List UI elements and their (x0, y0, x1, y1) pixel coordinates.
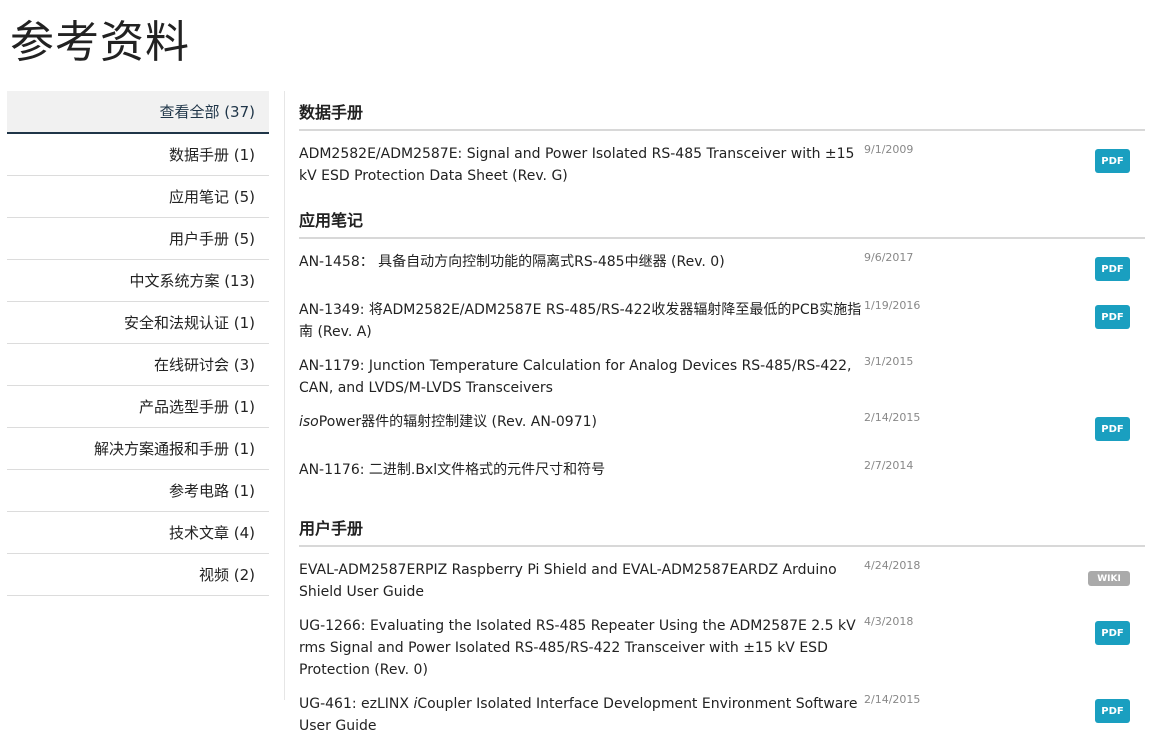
sidebar-item-label: 产品选型手册 (1) (138, 398, 255, 416)
doc-row: UG-1266: Evaluating the Isolated RS-485 … (299, 615, 1145, 681)
pdf-badge[interactable]: PDF (1095, 305, 1130, 329)
sidebar-item-label: 技术文章 (4) (168, 524, 255, 542)
sidebar-item-user-guides[interactable]: 用户手册 (5) (7, 218, 269, 260)
sidebar-item-selection-guides[interactable]: 产品选型手册 (1) (7, 386, 269, 428)
sidebar-item-chinese-solutions[interactable]: 中文系统方案 (13) (7, 260, 269, 302)
pdf-badge[interactable]: PDF (1095, 257, 1130, 281)
doc-date: 2/14/2015 (864, 411, 921, 424)
doc-date: 4/24/2018 (864, 559, 921, 572)
sidebar-item-label: 解决方案通报和手册 (1) (93, 440, 255, 458)
sidebar-item-label: 中文系统方案 (13) (129, 272, 255, 290)
sidebar-item-reference-circuits[interactable]: 参考电路 (1) (7, 470, 269, 512)
doc-date: 9/1/2009 (864, 143, 914, 156)
vertical-divider (284, 91, 285, 700)
sidebar-item-label: 用户手册 (5) (168, 230, 255, 248)
doc-row: isoPower器件的辐射控制建议 (Rev. AN-0971) 2/14/20… (299, 411, 1145, 447)
pdf-badge[interactable]: PDF (1095, 417, 1130, 441)
sidebar-item-view-all[interactable]: 查看全部 (37) (7, 91, 269, 134)
sidebar-item-tech-articles[interactable]: 技术文章 (4) (7, 512, 269, 554)
doc-link[interactable]: AN-1179: Junction Temperature Calculatio… (299, 355, 864, 399)
page-title: 参考资料 (10, 17, 190, 68)
sidebar-item-label: 应用笔记 (5) (168, 188, 255, 206)
doc-row: AN-1176: 二进制.Bxl文件格式的元件尺寸和符号 2/7/2014 (299, 459, 1145, 495)
doc-link[interactable]: EVAL-ADM2587ERPIZ Raspberry Pi Shield an… (299, 559, 864, 603)
doc-link[interactable]: AN-1176: 二进制.Bxl文件格式的元件尺寸和符号 (299, 459, 864, 481)
sidebar-item-videos[interactable]: 视频 (2) (7, 554, 269, 596)
doc-row: AN-1349: 将ADM2582E/ADM2587E RS-485/RS-42… (299, 299, 1145, 343)
sidebar-item-label: 视频 (2) (198, 566, 255, 584)
doc-row: ADM2582E/ADM2587E: Signal and Power Isol… (299, 143, 1145, 187)
doc-title-text: Power器件的辐射控制建议 (Rev. AN-0971) (318, 414, 597, 430)
sidebar-item-label: 在线研讨会 (3) (153, 356, 255, 374)
doc-link[interactable]: AN-1349: 将ADM2582E/ADM2587E RS-485/RS-42… (299, 299, 864, 343)
doc-link[interactable]: isoPower器件的辐射控制建议 (Rev. AN-0971) (299, 411, 864, 433)
pdf-badge[interactable]: PDF (1095, 699, 1130, 723)
doc-date: 2/7/2014 (864, 459, 914, 472)
doc-title-italic: iso (299, 414, 319, 430)
doc-date: 4/3/2018 (864, 615, 914, 628)
doc-title-prefix: UG-461: ezLINX (299, 696, 414, 712)
doc-link[interactable]: UG-1266: Evaluating the Isolated RS-485 … (299, 615, 864, 681)
sidebar-item-app-notes[interactable]: 应用笔记 (5) (7, 176, 269, 218)
section-title-app-notes: 应用笔记 (299, 199, 1145, 239)
doc-date: 3/1/2015 (864, 355, 914, 368)
resource-list: 数据手册 ADM2582E/ADM2587E: Signal and Power… (299, 91, 1145, 749)
doc-link[interactable]: ADM2582E/ADM2587E: Signal and Power Isol… (299, 143, 864, 187)
doc-date: 9/6/2017 (864, 251, 914, 264)
sidebar-item-datasheets[interactable]: 数据手册 (1) (7, 134, 269, 176)
wiki-badge[interactable]: WIKI (1088, 571, 1130, 586)
doc-row: EVAL-ADM2587ERPIZ Raspberry Pi Shield an… (299, 559, 1145, 603)
doc-link[interactable]: AN-1458： 具备自动方向控制功能的隔离式RS-485中继器 (Rev. 0… (299, 251, 864, 273)
sidebar-item-label: 数据手册 (1) (168, 146, 255, 164)
doc-row: AN-1179: Junction Temperature Calculatio… (299, 355, 1145, 399)
sidebar-item-webinars[interactable]: 在线研讨会 (3) (7, 344, 269, 386)
doc-row: AN-1458： 具备自动方向控制功能的隔离式RS-485中继器 (Rev. 0… (299, 251, 1145, 287)
section-title-datasheets: 数据手册 (299, 91, 1145, 131)
sidebar-nav: 查看全部 (37) 数据手册 (1) 应用笔记 (5) 用户手册 (5) 中文系… (7, 91, 269, 596)
sidebar-item-label: 安全和法规认证 (1) (123, 314, 255, 332)
section-title-user-guides: 用户手册 (299, 507, 1145, 547)
pdf-badge[interactable]: PDF (1095, 149, 1130, 173)
sidebar-item-certifications[interactable]: 安全和法规认证 (1) (7, 302, 269, 344)
sidebar-item-label: 查看全部 (37) (159, 103, 255, 121)
pdf-badge[interactable]: PDF (1095, 621, 1130, 645)
sidebar-item-solution-bulletins[interactable]: 解决方案通报和手册 (1) (7, 428, 269, 470)
doc-date: 1/19/2016 (864, 299, 921, 312)
sidebar-item-label: 参考电路 (1) (168, 482, 255, 500)
